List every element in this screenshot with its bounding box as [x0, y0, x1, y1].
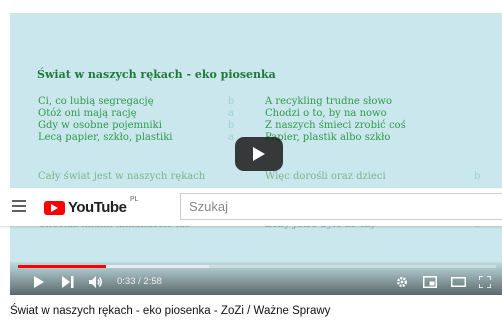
rhyme-marker: a [228, 108, 234, 119]
youtube-logo-text: YouTube [68, 199, 127, 216]
lyrics-line: Lecą papier, szkło, plastiki [38, 132, 173, 143]
video-player[interactable]: Świat w naszych rękach - eko piosenka Ci… [10, 13, 502, 295]
lyrics-title: Świat w naszych rękach - eko piosenka [37, 68, 276, 81]
region-code: PL [130, 196, 139, 203]
settings-gear-icon[interactable] [396, 276, 408, 288]
menu-icon[interactable] [12, 200, 26, 212]
lyrics-line: A recykling trudne słowo [265, 96, 392, 107]
lyrics-line: Więc dorośli oraz dzieci [265, 171, 386, 182]
lyrics-line: Cały świat jest w naszych rękach [38, 171, 206, 182]
time-display: 0:33 / 2:58 [117, 276, 162, 287]
youtube-logo-icon [44, 201, 65, 215]
theater-mode-icon[interactable] [451, 276, 466, 288]
next-icon[interactable] [62, 276, 74, 288]
volume-icon[interactable] [89, 276, 105, 288]
large-play-button[interactable] [235, 137, 283, 171]
fullscreen-icon[interactable] [479, 276, 491, 288]
search-input[interactable] [181, 194, 497, 219]
lyrics-line: Gdy w osobne pojemniki [38, 120, 162, 131]
lyrics-line: Z naszych śmieci zrobić coś [265, 120, 406, 131]
progress-fill [18, 265, 107, 268]
lyrics-line: Otóż oni mają rację [38, 108, 137, 119]
search-box [180, 193, 502, 220]
player-controls: 0:33 / 2:58 [10, 262, 502, 295]
youtube-masthead: YouTube PL [0, 188, 502, 226]
video-title[interactable]: Świat w naszych rękach - eko piosenka - … [10, 305, 330, 317]
rhyme-marker: a [228, 132, 234, 143]
rhyme-marker: b [228, 96, 235, 107]
play-icon [253, 147, 265, 161]
miniplayer-icon[interactable] [423, 276, 437, 288]
lyrics-line: Papier, plastik albo szkło [265, 132, 391, 143]
lyrics-line: Ci, co lubią segregację [38, 96, 154, 107]
progress-bar[interactable] [18, 265, 496, 268]
rhyme-marker: b [228, 120, 235, 131]
play-icon[interactable] [33, 276, 45, 288]
rhyme-marker: b [474, 171, 481, 182]
lyrics-line: Chodzi o to, by na nowo [265, 108, 387, 119]
